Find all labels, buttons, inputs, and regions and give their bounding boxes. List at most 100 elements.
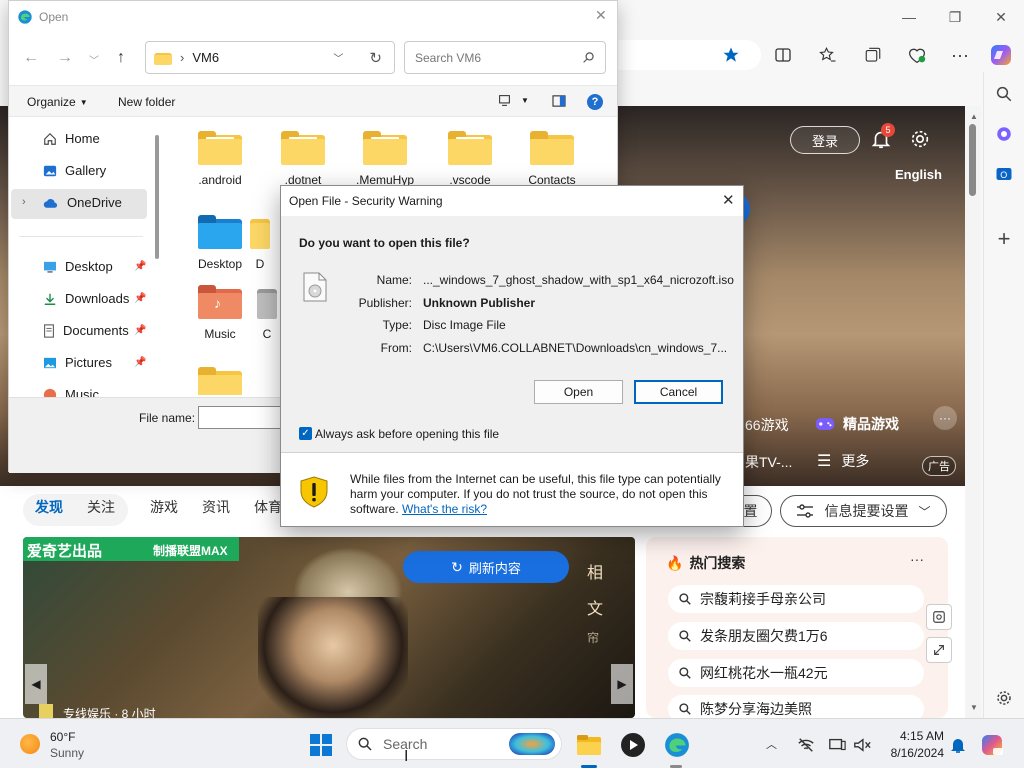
tab-news[interactable]: 资讯	[202, 497, 230, 517]
refresh-content-button[interactable]: ↻ 刷新内容	[403, 551, 569, 583]
hero-more-icon[interactable]: ···	[933, 406, 957, 430]
notification-bell-icon[interactable]	[944, 731, 972, 759]
scroll-down-arrow-icon[interactable]: ▼	[970, 703, 978, 712]
restore-button[interactable]: ❐	[937, 6, 973, 28]
video-card[interactable]: 爱奇艺出品 制播联盟MAX ↻ 刷新内容 相 文 帘 ◀ ▶ 专线娱乐 · 8 …	[23, 537, 635, 718]
edge-browser-icon[interactable]	[663, 731, 691, 759]
tab-discover[interactable]: 发现	[35, 497, 63, 517]
nav-music[interactable]: Music	[43, 387, 99, 397]
page-scrollbar[interactable]: ▲ ▼	[965, 106, 981, 718]
language-link[interactable]: English	[895, 167, 942, 182]
clock-date[interactable]: 8/16/2024	[874, 746, 944, 760]
file-name-input[interactable]	[198, 406, 288, 429]
folder-item[interactable]: D	[245, 215, 275, 271]
expand-chevron-icon[interactable]: ›	[22, 196, 26, 208]
split-screen-icon[interactable]	[768, 42, 798, 68]
clock-time[interactable]: 4:15 AM	[884, 729, 944, 743]
nav-gallery[interactable]: Gallery	[43, 163, 106, 178]
recent-locations-icon[interactable]: ﹀	[89, 52, 99, 67]
quick-link-tv[interactable]: 果TV-...	[745, 452, 792, 472]
tab-sports[interactable]: 体育	[254, 497, 282, 517]
nav-home[interactable]: Home	[43, 131, 100, 146]
tab-games[interactable]: 游戏	[150, 497, 178, 517]
nav-pictures[interactable]: Pictures	[43, 355, 112, 370]
security-dialog-close-button[interactable]: ✕	[722, 191, 735, 209]
favorites-icon[interactable]	[813, 42, 843, 68]
show-hidden-icons-chevron-icon[interactable]: ︿	[766, 736, 777, 752]
login-button[interactable]: 登录	[790, 126, 860, 154]
pin-icon[interactable]: 📌	[134, 325, 146, 336]
display-icon[interactable]	[823, 731, 851, 759]
whats-the-risk-link[interactable]: What's the risk?	[402, 502, 487, 516]
file-dialog-close-button[interactable]: ✕	[595, 7, 607, 24]
outlook-icon[interactable]: O	[992, 162, 1016, 186]
quick-link-premium-games[interactable]: 精品游戏	[815, 414, 899, 434]
copilot-icon[interactable]	[986, 42, 1016, 68]
add-sidebar-app-icon[interactable]: +	[992, 226, 1016, 251]
hot-search-more-icon[interactable]: ···	[910, 551, 924, 567]
nav-documents[interactable]: Documents	[43, 323, 129, 338]
scroll-up-arrow-icon[interactable]: ▲	[970, 112, 978, 121]
browser-essentials-icon[interactable]	[902, 42, 932, 68]
folder-item[interactable]: .android	[185, 131, 255, 187]
always-ask-label[interactable]: Always ask before opening this file	[315, 427, 499, 441]
volume-muted-icon[interactable]	[848, 731, 876, 759]
taskbar-search-box[interactable]: Search	[346, 728, 562, 760]
folder-item[interactable]: .vscode	[435, 131, 505, 187]
pin-icon[interactable]: 📌	[134, 293, 146, 304]
copilot-taskbar-icon[interactable]	[978, 731, 1006, 759]
expand-icon[interactable]	[926, 637, 952, 663]
hot-search-item[interactable]: 网红桃花水一瓶42元	[668, 659, 924, 687]
search-folder-input[interactable]: Search VM6	[404, 41, 606, 74]
view-options-icon[interactable]	[498, 94, 511, 107]
quick-link-more[interactable]: ☰ 更多	[817, 451, 869, 471]
file-explorer-icon[interactable]	[575, 731, 603, 759]
preview-pane-icon[interactable]	[552, 95, 566, 107]
feed-settings-button[interactable]: 信息提要设置 ﹀	[780, 495, 947, 527]
path-dropdown-icon[interactable]: ﹀	[333, 50, 343, 65]
always-ask-checkbox[interactable]: ✓	[299, 427, 312, 440]
open-button[interactable]: Open	[534, 380, 623, 404]
tab-follow[interactable]: 关注	[87, 497, 115, 517]
pin-icon[interactable]: 📌	[134, 261, 146, 272]
sun-weather-icon[interactable]	[20, 734, 40, 754]
cancel-button[interactable]: Cancel	[634, 380, 723, 404]
folder-item[interactable]: .dotnet	[268, 131, 338, 187]
screenshot-icon[interactable]	[926, 604, 952, 630]
forward-arrow-icon[interactable]: →	[57, 49, 73, 67]
prev-arrow-icon[interactable]: ◀	[25, 664, 47, 704]
favorite-star-icon[interactable]	[716, 42, 746, 68]
sidebar-settings-icon[interactable]	[992, 686, 1016, 710]
minimize-button[interactable]: —	[891, 6, 927, 28]
up-arrow-icon[interactable]: ↑	[117, 49, 125, 67]
refresh-icon[interactable]: ↻	[369, 49, 382, 67]
organize-button[interactable]: Organize ▼	[27, 95, 88, 109]
nav-downloads[interactable]: Downloads	[43, 291, 129, 306]
folder-item[interactable]: ♪ Music	[185, 285, 255, 341]
scrollbar-thumb[interactable]	[969, 124, 976, 196]
search-icon[interactable]	[992, 82, 1016, 106]
back-arrow-icon[interactable]: ←	[23, 49, 39, 67]
address-path-box[interactable]: › VM6 ﹀ ↻	[145, 41, 395, 74]
folder-item[interactable]: .MemuHyp	[350, 131, 420, 187]
network-icon[interactable]	[792, 731, 820, 759]
collections-icon[interactable]	[858, 42, 888, 68]
next-arrow-icon[interactable]: ▶	[611, 664, 633, 704]
help-icon[interactable]: ?	[587, 94, 603, 110]
weather-description[interactable]: Sunny	[50, 746, 84, 760]
settings-gear-icon[interactable]	[909, 128, 931, 150]
nav-desktop[interactable]: Desktop	[43, 259, 113, 274]
start-button-icon[interactable]	[307, 731, 335, 759]
weather-temperature[interactable]: 60°F	[50, 730, 75, 744]
new-folder-button[interactable]: New folder	[118, 95, 175, 109]
hot-search-item[interactable]: 宗馥莉接手母亲公司	[668, 585, 924, 613]
nav-onedrive[interactable]: OneDrive	[43, 195, 122, 210]
view-dropdown-icon[interactable]: ▼	[521, 96, 529, 105]
copilot-sidebar-icon[interactable]	[992, 122, 1016, 146]
more-menu-icon[interactable]: ···	[945, 42, 975, 68]
hot-search-item[interactable]: 发条朋友圈欠费1万6	[668, 622, 924, 650]
pin-icon[interactable]: 📌	[134, 357, 146, 368]
close-window-button[interactable]: ✕	[983, 6, 1019, 28]
media-player-icon[interactable]	[619, 731, 647, 759]
folder-item[interactable]: Contacts	[517, 131, 587, 187]
